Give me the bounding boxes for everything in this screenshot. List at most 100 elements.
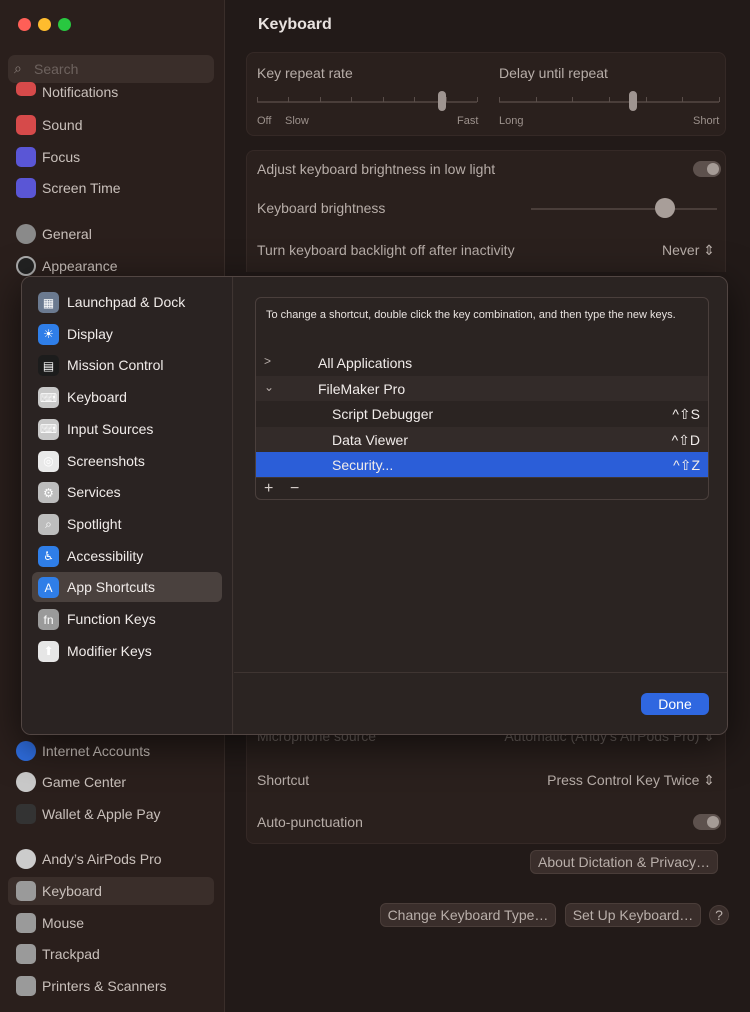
mission-control-icon: ▤ <box>38 355 59 377</box>
gear-icon <box>16 224 36 244</box>
input-sources-icon: ⌨ <box>38 418 59 440</box>
trackpad-icon <box>16 944 36 964</box>
shortcut-row[interactable]: > All Applications <box>256 350 708 375</box>
accessibility-icon: ♿ <box>38 545 59 567</box>
at-icon <box>16 741 36 761</box>
dictation-card: Microphone source Automatic (Andy’s AirP… <box>246 724 726 844</box>
shortcut-category-keyboard[interactable]: ⌨ Keyboard <box>32 382 222 412</box>
app-store-icon: A <box>38 577 59 599</box>
help-button[interactable]: ? <box>709 905 729 925</box>
shortcut-row[interactable]: Security... ^⇧Z <box>256 452 708 477</box>
sidebar-item-trackpad[interactable]: Trackpad <box>8 940 214 968</box>
appearance-icon <box>16 256 36 276</box>
shortcut-name: All Applications <box>318 355 413 371</box>
zoom-window-button[interactable] <box>58 18 71 31</box>
sidebar-item-internet-accounts[interactable]: Internet Accounts <box>8 737 214 765</box>
search-icon: ⌕ <box>14 60 22 76</box>
sidebar-item-notifications[interactable]: Notifications <box>8 82 214 110</box>
shortcut-category-launchpad-dock[interactable]: ▦ Launchpad & Dock <box>32 287 222 317</box>
mouse-icon <box>16 913 36 933</box>
shortcut-row[interactable]: Script Debugger ^⇧S <box>256 401 708 426</box>
shortcuts-content: To change a shortcut, double click the k… <box>234 277 727 734</box>
chevron-down-icon[interactable]: ⌄ <box>264 380 274 394</box>
add-remove-bar: + − <box>256 477 708 499</box>
chevron-updown-icon: ⇕ <box>703 772 715 788</box>
change-keyboard-type-button[interactable]: Change Keyboard Type… <box>380 903 556 927</box>
slider-tick <box>535 97 537 102</box>
sidebar-item-keyboard[interactable]: Keyboard <box>8 877 214 905</box>
adjust-brightness-toggle[interactable] <box>693 161 721 177</box>
shortcut-category-spotlight[interactable]: ⌕ Spotlight <box>32 509 222 539</box>
printer-icon <box>16 976 36 996</box>
slider-tick <box>645 97 647 102</box>
shortcut-key-combo[interactable]: ^⇧Z <box>673 457 700 474</box>
add-shortcut-button[interactable]: + <box>264 480 273 498</box>
shortcut-category-app-shortcuts[interactable]: A App Shortcuts <box>32 572 222 603</box>
sidebar-item-focus[interactable]: Focus <box>8 143 214 171</box>
search-placeholder: Search <box>34 61 79 77</box>
app-shortcuts-panel: To change a shortcut, double click the k… <box>255 297 709 500</box>
sidebar-item-wallet[interactable]: Wallet & Apple Pay <box>8 800 214 828</box>
sidebar-item-general[interactable]: General <box>8 220 214 248</box>
shortcut-name: Security... <box>332 457 394 473</box>
shortcut-category-function-keys[interactable]: fn Function Keys <box>32 604 222 634</box>
modifier-icon: ⬆ <box>38 640 59 662</box>
shortcut-key-combo[interactable]: ^⇧S <box>672 406 700 423</box>
airpods-icon <box>16 849 36 869</box>
slider-tick <box>682 97 684 102</box>
done-button[interactable]: Done <box>641 693 709 715</box>
slider-tick <box>609 97 610 102</box>
fn-icon: fn <box>38 609 59 630</box>
bell-icon <box>16 82 36 96</box>
slider-tick <box>319 97 321 102</box>
close-window-button[interactable] <box>18 18 31 31</box>
keyboard-icon <box>16 881 36 901</box>
shortcut-category-input-sources[interactable]: ⌨ Input Sources <box>32 414 222 444</box>
sidebar-item-airpods[interactable]: Andy’s AirPods Pro <box>8 845 214 873</box>
minimize-window-button[interactable] <box>38 18 51 31</box>
divider <box>234 672 727 673</box>
slider-tick <box>414 97 416 102</box>
shortcut-key-combo[interactable]: ^⇧D <box>672 432 700 449</box>
slider-tick <box>477 97 478 102</box>
brightness-card: Adjust keyboard brightness in low light … <box>246 150 726 272</box>
shortcut-category-mission-control[interactable]: ▤ Mission Control <box>32 350 222 380</box>
hourglass-icon <box>16 178 36 198</box>
chevron-right-icon[interactable]: > <box>264 354 271 368</box>
slider-tick <box>382 97 384 102</box>
delay-repeat-slider-knob[interactable] <box>629 91 638 111</box>
shortcut-name: FileMaker Pro <box>318 380 406 397</box>
sidebar-item-sound[interactable]: Sound <box>8 111 214 139</box>
slider-tick <box>572 97 574 102</box>
remove-shortcut-button[interactable]: − <box>290 480 299 498</box>
shortcut-category-accessibility[interactable]: ♿ Accessibility <box>32 541 222 571</box>
slider-tick <box>351 97 353 102</box>
services-icon: ⚙ <box>38 482 59 504</box>
backlight-popup[interactable]: Never ⇕ <box>662 242 715 259</box>
slider-tick <box>719 97 720 102</box>
page-title: Keyboard <box>258 16 332 33</box>
sidebar-item-mouse[interactable]: Mouse <box>8 909 214 937</box>
game-center-icon <box>16 772 36 792</box>
keyboard-shortcuts-sheet: ▦ Launchpad & Dock ☀ Display ▤ Mission Contro… <box>21 276 728 735</box>
chevron-updown-icon: ⇕ <box>703 242 715 258</box>
about-dictation-button[interactable]: About Dictation & Privacy… <box>530 850 718 874</box>
shortcut-popup[interactable]: Press Control Key Twice ⇕ <box>547 772 715 789</box>
shortcut-category-modifier-keys[interactable]: ⬆ Modifier Keys <box>32 636 222 666</box>
shortcut-row[interactable]: Data Viewer ^⇧D <box>256 426 708 452</box>
brightness-slider[interactable] <box>531 208 717 210</box>
set-up-keyboard-button[interactable]: Set Up Keyboard… <box>565 903 701 927</box>
brightness-slider-knob[interactable] <box>654 198 675 218</box>
shortcut-row[interactable]: ⌄ FileMaker Pro <box>256 375 708 401</box>
auto-punctuation-toggle[interactable] <box>693 814 721 830</box>
shortcut-category-display[interactable]: ☀ Display <box>32 319 222 349</box>
sidebar-item-printers[interactable]: Printers & Scanners <box>8 972 214 1000</box>
wallet-icon <box>16 804 36 824</box>
sidebar-item-game-center[interactable]: Game Center <box>8 768 214 796</box>
shortcut-category-screenshots[interactable]: ◎ Screenshots <box>32 446 222 476</box>
launchpad-icon: ▦ <box>38 292 59 313</box>
shortcut-category-services[interactable]: ⚙ Services <box>32 477 222 507</box>
sidebar-item-screen-time[interactable]: Screen Time <box>8 174 214 202</box>
screenshot-icon: ◎ <box>38 450 59 472</box>
search-field[interactable]: ⌕ Search <box>8 55 214 83</box>
